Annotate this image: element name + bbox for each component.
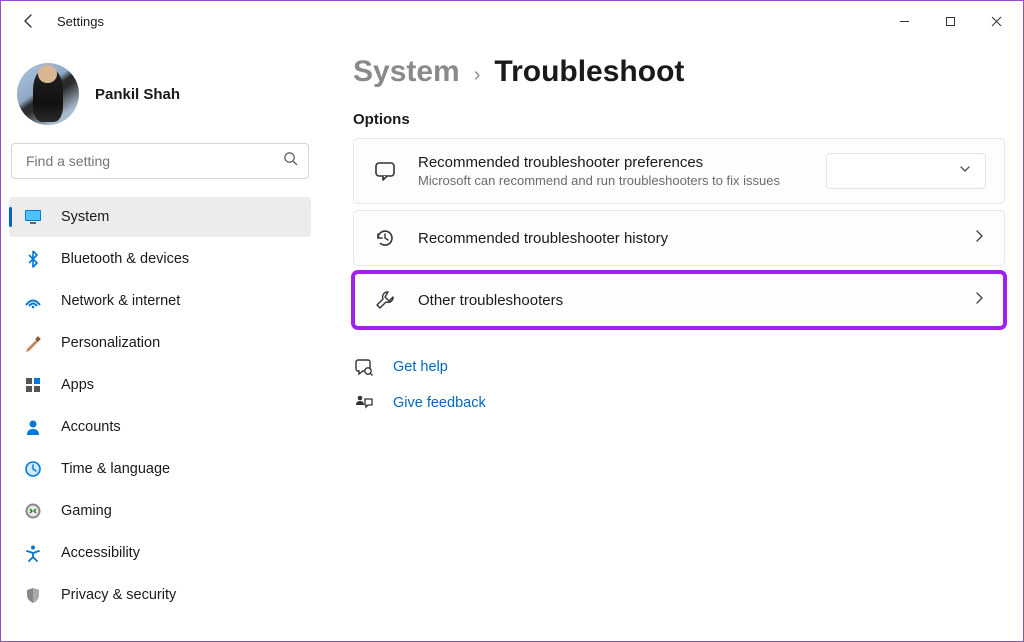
card-title: Recommended troubleshooter history	[418, 230, 952, 247]
sidebar-item-label: Accessibility	[61, 545, 140, 561]
main-content: System › Troubleshoot Options Recommende…	[319, 41, 1023, 641]
chat-icon	[372, 158, 398, 184]
sidebar-item-label: Gaming	[61, 503, 112, 519]
sidebar-item-accessibility[interactable]: Accessibility	[9, 533, 311, 573]
sidebar-item-privacy[interactable]: Privacy & security	[9, 575, 311, 615]
accessibility-icon	[23, 543, 43, 563]
user-name: Pankil Shah	[95, 86, 180, 103]
network-icon	[23, 291, 43, 311]
search-input[interactable]	[26, 153, 283, 169]
sidebar-item-time[interactable]: Time & language	[9, 449, 311, 489]
sidebar-item-label: Apps	[61, 377, 94, 393]
sidebar-item-system[interactable]: System	[9, 197, 311, 237]
give-feedback-row: Give feedback	[353, 392, 1005, 414]
chevron-down-icon	[959, 162, 971, 180]
back-button[interactable]	[15, 7, 43, 35]
get-help-row: Get help	[353, 356, 1005, 378]
sidebar-item-personalization[interactable]: Personalization	[9, 323, 311, 363]
accounts-icon	[23, 417, 43, 437]
sidebar-item-accounts[interactable]: Accounts	[9, 407, 311, 447]
card-subtitle: Microsoft can recommend and run troubles…	[418, 173, 806, 188]
maximize-button[interactable]	[927, 5, 973, 37]
breadcrumb: System › Troubleshoot	[353, 55, 1005, 89]
wrench-icon	[372, 287, 398, 313]
get-help-link[interactable]: Get help	[393, 359, 448, 375]
window-title: Settings	[57, 14, 104, 29]
personalization-icon	[23, 333, 43, 353]
sidebar-item-label: Privacy & security	[61, 587, 176, 603]
card-title: Other troubleshooters	[418, 292, 952, 309]
chevron-right-icon	[972, 229, 986, 248]
sidebar: Pankil Shah System Bluetooth & devices N…	[1, 41, 319, 641]
breadcrumb-parent[interactable]: System	[353, 55, 460, 89]
chevron-right-icon: ›	[474, 64, 481, 87]
title-bar: Settings	[1, 1, 1023, 41]
privacy-icon	[23, 585, 43, 605]
sidebar-item-label: Bluetooth & devices	[61, 251, 189, 267]
system-icon	[23, 207, 43, 227]
sidebar-item-gaming[interactable]: Gaming	[9, 491, 311, 531]
help-icon	[353, 356, 375, 378]
card-title: Recommended troubleshooter preferences	[418, 154, 806, 171]
sidebar-item-label: Time & language	[61, 461, 170, 477]
search-box[interactable]	[11, 143, 309, 179]
bluetooth-icon	[23, 249, 43, 269]
avatar	[17, 63, 79, 125]
feedback-icon	[353, 392, 375, 414]
card-other-troubleshooters[interactable]: Other troubleshooters	[353, 272, 1005, 328]
sidebar-item-label: Accounts	[61, 419, 121, 435]
minimize-button[interactable]	[881, 5, 927, 37]
sidebar-item-label: System	[61, 209, 109, 225]
sidebar-item-apps[interactable]: Apps	[9, 365, 311, 405]
close-button[interactable]	[973, 5, 1019, 37]
card-recommended-preferences[interactable]: Recommended troubleshooter preferences M…	[353, 138, 1005, 204]
search-icon	[283, 151, 298, 171]
chevron-right-icon	[972, 291, 986, 310]
apps-icon	[23, 375, 43, 395]
preferences-dropdown[interactable]	[826, 153, 986, 189]
sidebar-item-label: Personalization	[61, 335, 160, 351]
footer-links: Get help Give feedback	[353, 356, 1005, 414]
nav-list: System Bluetooth & devices Network & int…	[9, 197, 311, 615]
card-recommended-history[interactable]: Recommended troubleshooter history	[353, 210, 1005, 266]
sidebar-item-network[interactable]: Network & internet	[9, 281, 311, 321]
give-feedback-link[interactable]: Give feedback	[393, 395, 486, 411]
history-icon	[372, 225, 398, 251]
profile-block[interactable]: Pankil Shah	[9, 57, 311, 143]
section-title: Options	[353, 111, 1005, 128]
gaming-icon	[23, 501, 43, 521]
breadcrumb-current: Troubleshoot	[494, 55, 684, 89]
time-icon	[23, 459, 43, 479]
sidebar-item-bluetooth[interactable]: Bluetooth & devices	[9, 239, 311, 279]
sidebar-item-label: Network & internet	[61, 293, 180, 309]
